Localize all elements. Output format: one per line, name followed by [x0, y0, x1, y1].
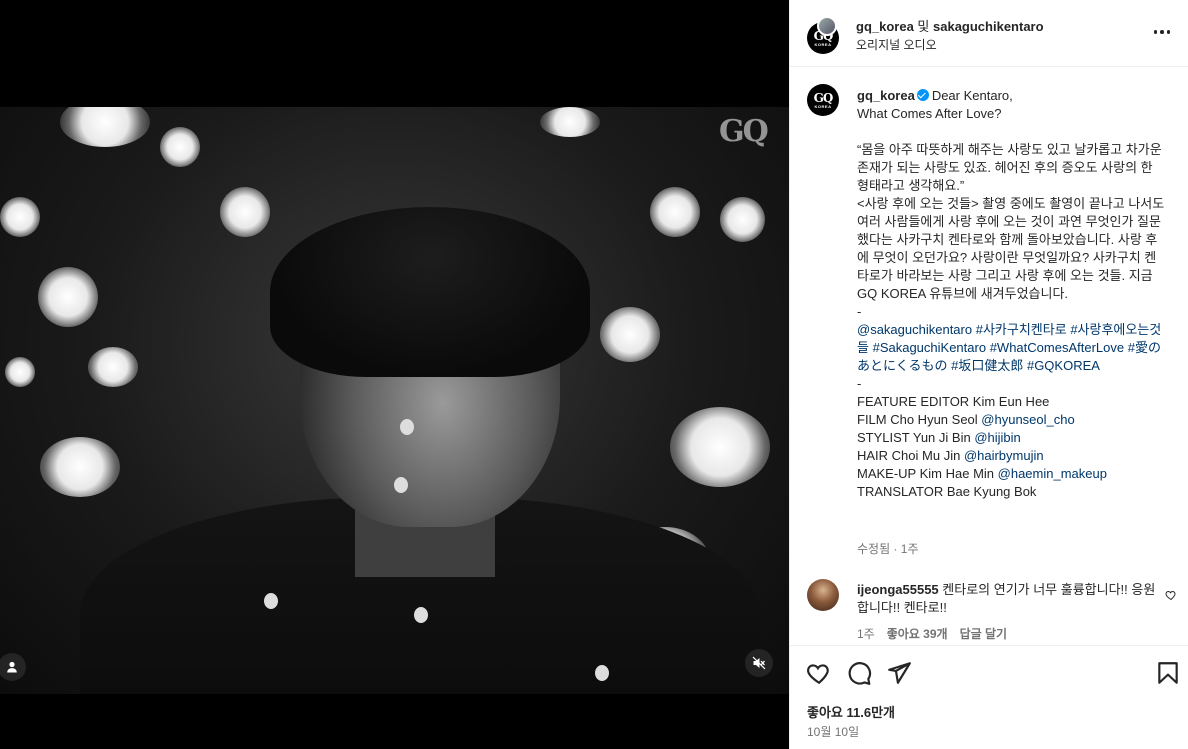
caption-body: <사랑 후에 오는 것들> 촬영 중에도 촬영이 끝나고 나서도 여러 사람들에…: [857, 196, 1165, 301]
bokeh-light: [220, 187, 270, 237]
collab-joiner: 및: [913, 19, 933, 34]
header-usernames: gq_korea 및 sakaguchikentaro: [856, 16, 1044, 35]
hashtag-link[interactable]: #WhatComesAfterLove: [990, 340, 1124, 355]
post-date[interactable]: 10월 10일: [807, 723, 859, 740]
send-icon[interactable]: [886, 660, 912, 686]
credit-role: FEATURE EDITOR Kim Eun Hee: [857, 394, 1050, 409]
caption-quote: “몸을 아주 따뜻하게 해주는 사랑도 있고 날카롭고 차가운 존재가 되는 사…: [857, 142, 1162, 193]
gq-watermark: GQ: [719, 114, 769, 149]
comment-heart-icon[interactable]: [1165, 589, 1177, 601]
caption-username[interactable]: gq_korea: [857, 88, 915, 103]
jacket-button: [394, 477, 408, 493]
credit-role: STYLIST Yun Ji Bin: [857, 430, 971, 445]
comment: ijeonga55555 켄타로의 연기가 너무 훌륭합니다!! 응원합니다!!…: [857, 581, 1157, 617]
bokeh-light: [5, 357, 35, 387]
caption-line: What Comes After Love?: [857, 106, 1002, 121]
bokeh-light: [88, 347, 138, 387]
hashtag-link[interactable]: #SakaguchiKentaro: [873, 340, 986, 355]
post-actions: 좋아요 11.6만개 10월 10일: [790, 645, 1188, 749]
bokeh-light: [670, 407, 770, 487]
comment-likes[interactable]: 좋아요 39개: [887, 625, 948, 642]
more-options-icon[interactable]: [1150, 22, 1174, 42]
audio-link[interactable]: 오리지널 오디오: [856, 36, 937, 53]
credit-handle-link[interactable]: @hijibin: [974, 430, 1020, 445]
commenter-username[interactable]: ijeonga55555: [857, 582, 939, 597]
jacket-button: [595, 665, 609, 681]
hashtag-link[interactable]: #GQKOREA: [1027, 358, 1100, 373]
mute-button[interactable]: [745, 649, 773, 677]
caption-author-avatar[interactable]: GQ KOREA: [807, 84, 839, 116]
caption-divider: -: [857, 376, 862, 391]
credit-role: FILM Cho Hyun Seol: [857, 412, 978, 427]
collaborator-username-link[interactable]: sakaguchikentaro: [933, 19, 1044, 34]
post-caption: gq_korea Dear Kentaro, What Comes After L…: [857, 87, 1167, 501]
bokeh-light: [60, 107, 150, 147]
bokeh-light: [40, 437, 120, 497]
post-header: GQ KOREA gq_korea 및 sakaguchikentaro 오리지…: [790, 0, 1188, 67]
author-username-link[interactable]: gq_korea: [856, 19, 914, 34]
verified-badge-icon: [916, 89, 929, 101]
commenter-avatar[interactable]: [807, 579, 839, 611]
media-viewer[interactable]: GQ: [0, 0, 789, 749]
credit-role: HAIR Choi Mu Jin: [857, 448, 961, 463]
jacket-button: [264, 593, 278, 609]
gq-logo-sub: KOREA: [814, 103, 832, 109]
credit-handle-link[interactable]: @hyunseol_cho: [981, 412, 1074, 427]
bokeh-light: [540, 107, 600, 137]
reply-button[interactable]: 답글 달기: [960, 625, 1008, 642]
post-details-panel: GQ KOREA gq_korea 및 sakaguchikentaro 오리지…: [789, 0, 1188, 749]
bokeh-light: [38, 267, 98, 327]
gq-logo-sub: KOREA: [814, 41, 832, 47]
bokeh-light: [160, 127, 200, 167]
credit-handle-link[interactable]: @haemin_makeup: [998, 466, 1107, 481]
comment-meta: 1주 좋아요 39개 답글 달기: [857, 625, 1007, 642]
bokeh-light: [650, 187, 700, 237]
jacket-button: [414, 607, 428, 623]
user-tag-icon: [7, 661, 17, 673]
comment-time: 1주: [857, 627, 875, 641]
credit-role: TRANSLATOR Bae Kyung Bok: [857, 484, 1037, 499]
bokeh-light: [720, 197, 765, 242]
gq-logo: GQ: [813, 90, 834, 105]
credit-handle-link[interactable]: @hairbymujin: [964, 448, 1044, 463]
speaker-muted-icon: [752, 656, 766, 670]
hashtag-link[interactable]: #사카구치켄타로: [976, 322, 1067, 337]
hair-shape: [270, 207, 590, 377]
caption-line: Dear Kentaro,: [931, 88, 1013, 103]
heart-icon[interactable]: [806, 660, 832, 686]
comments-scroll-area[interactable]: GQ KOREA gq_korea Dear Kentaro, What Come…: [790, 67, 1188, 644]
comment-icon[interactable]: [846, 660, 872, 686]
bokeh-light: [0, 197, 40, 237]
bookmark-icon[interactable]: [1155, 660, 1181, 686]
collaborator-avatar[interactable]: [817, 16, 837, 36]
post-video[interactable]: GQ: [0, 107, 789, 694]
like-count[interactable]: 좋아요 11.6만개: [807, 702, 895, 721]
bokeh-light: [600, 307, 660, 362]
mention-link[interactable]: @sakaguchikentaro: [857, 322, 972, 337]
jacket-button: [400, 419, 414, 435]
caption-edited-time: 수정됨 · 1주: [857, 542, 919, 556]
credit-role: MAKE-UP Kim Hae Min: [857, 466, 995, 481]
caption-divider: -: [857, 304, 862, 319]
hashtag-link[interactable]: #坂口健太郎: [951, 358, 1023, 373]
